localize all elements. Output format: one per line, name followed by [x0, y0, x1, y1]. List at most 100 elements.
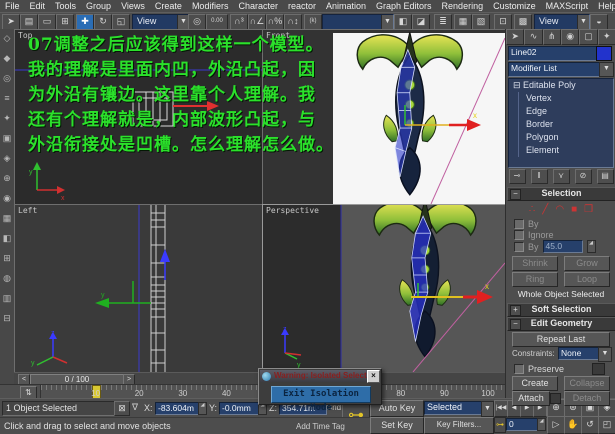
- add-time-tag[interactable]: Add Time Tag: [296, 422, 345, 431]
- edit-geometry-rollout-header[interactable]: − Edit Geometry: [507, 317, 615, 331]
- snap-spinner-icon[interactable]: ∩↕: [284, 14, 302, 30]
- by-angle-checkbox[interactable]: [514, 241, 524, 252]
- reactor-rope-icon[interactable]: ≡: [2, 93, 13, 104]
- constraints-dropdown[interactable]: None: [558, 347, 602, 360]
- selection-rollout-header[interactable]: − Selection: [507, 187, 615, 201]
- attach-list-icon[interactable]: [550, 393, 561, 404]
- reactor-analyze-icon[interactable]: ⊟: [2, 313, 13, 324]
- frame-spinner[interactable]: ◢: [537, 418, 546, 431]
- reactor-deforming-icon[interactable]: ✦: [2, 113, 13, 124]
- go-to-start-button[interactable]: |◀◀: [494, 400, 508, 417]
- tab-display[interactable]: ▢: [579, 29, 598, 45]
- quick-render-icon[interactable]: ◒: [590, 14, 608, 30]
- x-coordinate-field[interactable]: -83.604m: [155, 402, 203, 415]
- menu-item-modifiers[interactable]: Modifiers: [187, 1, 234, 11]
- reactor-fracture-icon[interactable]: ⊞: [2, 253, 13, 264]
- stack-item-editable-poly[interactable]: ⊟ Editable Poly: [509, 79, 613, 92]
- selected-set-dropdown[interactable]: Selected: [424, 401, 486, 415]
- schematic-view-icon[interactable]: ▧: [472, 14, 490, 30]
- exit-isolation-mode-button[interactable]: Exit Isolation Mode: [271, 386, 371, 413]
- selected-set-dropdown-arrow[interactable]: ▼: [481, 401, 494, 417]
- viewport-left[interactable]: Left y y z: [14, 204, 263, 373]
- kbd-override-icon[interactable]: (k): [304, 14, 322, 30]
- viewport-front-label[interactable]: Front: [266, 31, 290, 40]
- edge-mode-icon[interactable]: ╱: [542, 204, 548, 215]
- reactor-cloth-icon[interactable]: ◆: [2, 53, 13, 64]
- reactor-water-icon[interactable]: ◍: [2, 273, 13, 284]
- snap-angle-icon[interactable]: ∩∠: [248, 14, 266, 30]
- menu-item-graph-editors[interactable]: Graph Editors: [371, 1, 437, 11]
- menu-item-rendering[interactable]: Rendering: [437, 1, 489, 11]
- create-button[interactable]: Create: [512, 376, 558, 391]
- ignore-backfacing-row[interactable]: Ignore: [514, 229, 554, 240]
- select-icon[interactable]: ➤: [2, 14, 20, 30]
- soft-selection-rollout-header[interactable]: + Soft Selection: [507, 303, 615, 317]
- reactor-motor-icon[interactable]: ◉: [2, 193, 13, 204]
- stack-item-vertex[interactable]: Vertex: [509, 92, 613, 105]
- key-filters-button[interactable]: Key Filters...: [424, 417, 494, 434]
- arc-rotate-icon[interactable]: ↺: [581, 416, 599, 434]
- object-color-swatch[interactable]: [596, 46, 612, 61]
- reactor-softbody-icon[interactable]: ◎: [2, 73, 13, 84]
- ref-coord-dropdown[interactable]: View ▼: [132, 14, 190, 30]
- material-editor-icon[interactable]: ⊡: [494, 14, 512, 30]
- menu-item-file[interactable]: File: [0, 1, 25, 11]
- select-by-name-icon[interactable]: ▤: [20, 14, 38, 30]
- rotate-icon[interactable]: ↻: [94, 14, 112, 30]
- menu-item-character[interactable]: Character: [233, 1, 283, 11]
- reactor-dashpot-icon[interactable]: ⊕: [2, 173, 13, 184]
- menu-item-animation[interactable]: Animation: [321, 1, 371, 11]
- preserve-uvs-checkbox[interactable]: [514, 363, 524, 374]
- menu-item-customize[interactable]: Customize: [488, 1, 541, 11]
- loop-button[interactable]: Loop: [564, 272, 610, 287]
- show-end-result-icon[interactable]: ‖: [530, 168, 548, 184]
- selection-region-icon[interactable]: ▭: [38, 14, 56, 30]
- by-vertex-checkbox[interactable]: [514, 218, 524, 229]
- detach-button[interactable]: Detach: [564, 391, 610, 406]
- grow-button[interactable]: Grow: [564, 256, 610, 271]
- selection-lock-icon[interactable]: ⊠: [114, 401, 130, 416]
- render-view-dropdown-arrow[interactable]: ▼: [577, 15, 589, 29]
- border-mode-icon[interactable]: ◠: [555, 204, 564, 215]
- menu-item-maxscript[interactable]: MAXScript: [541, 1, 594, 11]
- modifier-list-dropdown[interactable]: Modifier List: [508, 62, 604, 77]
- y-coordinate-field[interactable]: -0.0mm: [219, 402, 263, 415]
- set-key-button[interactable]: Set Key: [370, 417, 424, 434]
- vertex-mode-icon[interactable]: ∴: [529, 204, 535, 215]
- make-unique-icon[interactable]: ⋎: [552, 168, 570, 184]
- layer-manager-icon[interactable]: ≣: [434, 14, 452, 30]
- element-mode-icon[interactable]: ❒: [584, 204, 593, 215]
- object-name-field[interactable]: Line02: [508, 46, 598, 61]
- ignore-backfacing-checkbox[interactable]: [514, 229, 524, 240]
- window-crossing-icon[interactable]: ⊞: [56, 14, 74, 30]
- dialog-title-bar[interactable]: Warning: Isolated Selection: [260, 370, 380, 382]
- align-icon[interactable]: ◪: [412, 14, 430, 30]
- track-bar[interactable]: ⇅ 102030405060708090100: [0, 384, 505, 401]
- menu-item-group[interactable]: Group: [81, 1, 116, 11]
- by-angle-value-field[interactable]: 45.0: [542, 240, 583, 253]
- viewport-top[interactable]: Top y x: [14, 29, 263, 205]
- attach-button[interactable]: Attach: [512, 391, 550, 406]
- viewport-top-label[interactable]: Top: [18, 31, 32, 40]
- dialog-close-icon[interactable]: ×: [367, 370, 380, 383]
- tab-utilities[interactable]: ✦: [597, 29, 615, 45]
- reactor-toy-car-icon[interactable]: ◧: [2, 233, 13, 244]
- key-mode-toggle-icon[interactable]: ⊶: [494, 417, 506, 433]
- menu-item-views[interactable]: Views: [116, 1, 150, 11]
- render-view-dropdown[interactable]: View ▼: [534, 14, 590, 30]
- mirror-icon[interactable]: ◧: [394, 14, 412, 30]
- menu-item-help[interactable]: Help: [593, 1, 615, 11]
- use-center-icon[interactable]: ◎: [188, 14, 206, 30]
- reactor-preview-icon[interactable]: ▥: [2, 293, 13, 304]
- by-angle-row[interactable]: By 45.0 ◢: [514, 240, 596, 253]
- snap-percent-spinner-icon[interactable]: 0.00: [206, 14, 228, 30]
- menu-item-create[interactable]: Create: [150, 1, 187, 11]
- modifier-list-arrow[interactable]: ▼: [599, 62, 614, 77]
- tab-modify[interactable]: ∿: [524, 29, 543, 45]
- preserve-uvs-row[interactable]: Preserve: [514, 362, 605, 375]
- stack-item-border[interactable]: Border: [509, 118, 613, 131]
- stack-item-element[interactable]: Element: [509, 144, 613, 157]
- snap-percent-icon[interactable]: ∩%: [266, 14, 284, 30]
- menu-item-reactor[interactable]: reactor: [283, 1, 321, 11]
- viewport-front[interactable]: Front x: [262, 29, 506, 205]
